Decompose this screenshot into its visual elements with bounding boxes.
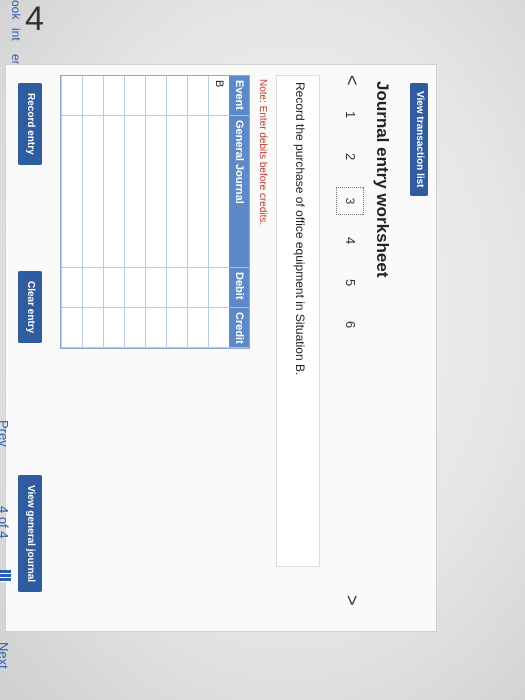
account-select[interactable] bbox=[146, 116, 166, 268]
rotated-screen: 4 ook int ences View transaction list Jo… bbox=[0, 0, 525, 700]
prev-step-arrow[interactable]: < bbox=[341, 75, 362, 86]
journal-header-row: Event General Journal Debit Credit bbox=[229, 76, 249, 348]
step-2[interactable]: 2 bbox=[343, 153, 358, 160]
table-row bbox=[61, 76, 82, 348]
account-select[interactable] bbox=[83, 116, 103, 268]
sidebar-item-ebook[interactable]: ook bbox=[9, 0, 23, 19]
account-select[interactable] bbox=[125, 116, 145, 268]
credit-input[interactable] bbox=[188, 308, 208, 348]
event-cell bbox=[188, 76, 208, 116]
table-row bbox=[166, 76, 187, 348]
grid-icon[interactable] bbox=[0, 570, 11, 582]
debit-input[interactable] bbox=[188, 268, 208, 308]
account-select[interactable] bbox=[104, 116, 124, 268]
debit-input[interactable] bbox=[125, 268, 145, 308]
next-button[interactable]: Next bbox=[0, 642, 11, 669]
header-general-journal: General Journal bbox=[229, 116, 249, 268]
step-6[interactable]: 6 bbox=[343, 321, 358, 328]
debit-input[interactable] bbox=[146, 268, 166, 308]
credit-input[interactable] bbox=[104, 308, 124, 348]
clear-entry-button[interactable]: Clear entry bbox=[18, 271, 42, 344]
step-4[interactable]: 4 bbox=[343, 237, 358, 244]
credit-input[interactable] bbox=[209, 308, 229, 348]
credit-input[interactable] bbox=[167, 308, 187, 348]
debit-input[interactable] bbox=[83, 268, 103, 308]
account-select[interactable] bbox=[167, 116, 187, 268]
table-row bbox=[82, 76, 103, 348]
debit-input[interactable] bbox=[104, 268, 124, 308]
sidebar-item-print[interactable]: int bbox=[9, 28, 23, 41]
credit-input[interactable] bbox=[146, 308, 166, 348]
event-cell bbox=[83, 76, 103, 116]
credit-input[interactable] bbox=[83, 308, 103, 348]
page-title: Journal entry worksheet bbox=[373, 81, 392, 278]
event-cell bbox=[146, 76, 166, 116]
step-1[interactable]: 1 bbox=[343, 111, 358, 118]
credit-input[interactable] bbox=[125, 308, 145, 348]
step-navigation: < 1 2 3 4 5 6 > bbox=[336, 75, 364, 615]
account-select[interactable] bbox=[62, 116, 82, 268]
view-transaction-list-button[interactable]: View transaction list bbox=[410, 83, 428, 196]
table-row: B bbox=[208, 76, 229, 348]
table-row bbox=[145, 76, 166, 348]
view-general-journal-button[interactable]: View general journal bbox=[18, 475, 42, 593]
prev-button[interactable]: Prev bbox=[0, 420, 11, 447]
step-5[interactable]: 5 bbox=[343, 279, 358, 286]
event-cell bbox=[62, 76, 82, 116]
debit-input[interactable] bbox=[167, 268, 187, 308]
event-cell bbox=[167, 76, 187, 116]
account-select[interactable] bbox=[209, 116, 229, 268]
journal-worksheet-panel: View transaction list Journal entry work… bbox=[5, 64, 437, 632]
event-cell: B bbox=[209, 76, 229, 116]
event-cell bbox=[125, 76, 145, 116]
record-entry-button[interactable]: Record entry bbox=[18, 83, 42, 165]
event-cell bbox=[104, 76, 124, 116]
table-row bbox=[124, 76, 145, 348]
account-select[interactable] bbox=[188, 116, 208, 268]
next-step-arrow[interactable]: > bbox=[341, 595, 362, 606]
prompt-text: Record the purchase of office equipment … bbox=[293, 82, 307, 376]
header-debit: Debit bbox=[229, 268, 249, 308]
header-credit: Credit bbox=[229, 308, 249, 348]
table-row bbox=[103, 76, 124, 348]
credit-input[interactable] bbox=[62, 308, 82, 348]
table-row bbox=[187, 76, 208, 348]
debit-input[interactable] bbox=[62, 268, 82, 308]
journal-table: Event General Journal Debit Credit B bbox=[60, 75, 250, 349]
step-3-active[interactable]: 3 bbox=[336, 187, 364, 215]
note-text: Note: Enter debits before credits. bbox=[257, 79, 268, 226]
page-indicator: 4 of 4 bbox=[0, 506, 11, 539]
header-event: Event bbox=[229, 76, 249, 116]
prompt-box: Record the purchase of office equipment … bbox=[276, 75, 320, 567]
debit-input[interactable] bbox=[209, 268, 229, 308]
